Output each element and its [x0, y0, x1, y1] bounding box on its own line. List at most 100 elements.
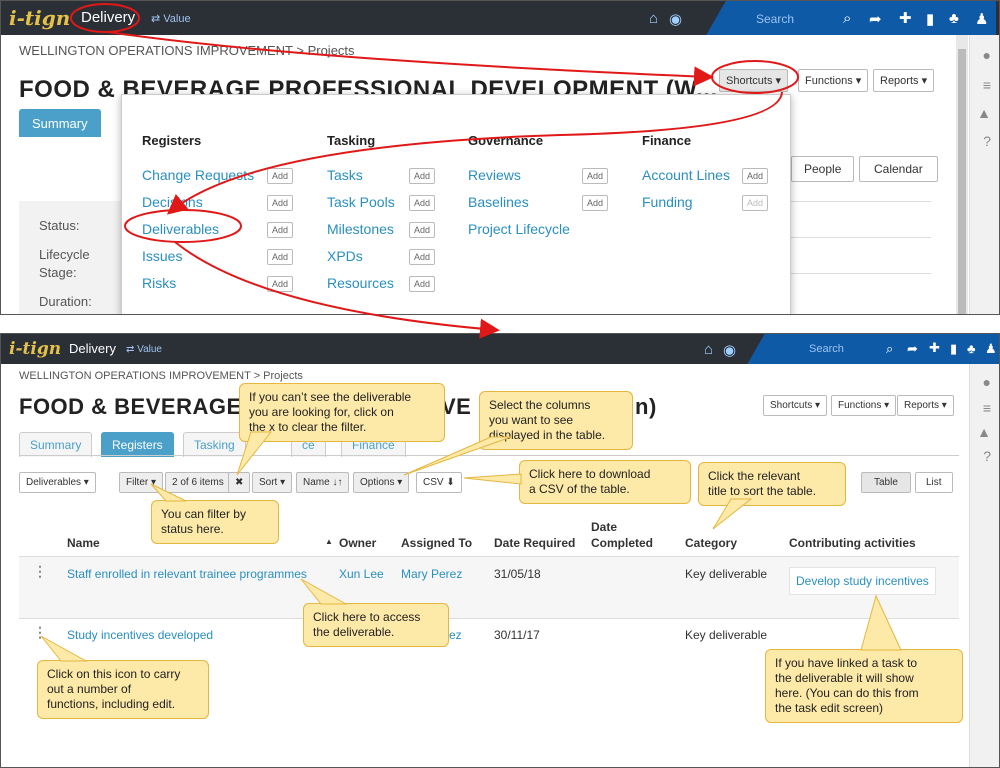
list-view-button[interactable]: List — [915, 472, 953, 493]
add-baseline-button[interactable]: Add — [582, 195, 609, 211]
functions-button[interactable]: Functions ▾ — [798, 69, 869, 92]
tab-registers[interactable]: Registers — [101, 432, 174, 457]
row-actions-icon[interactable]: ⋮ — [33, 563, 47, 580]
share-icon[interactable]: ➦ — [869, 10, 882, 28]
add-decision-button[interactable]: Add — [267, 195, 294, 211]
row-actions-icon[interactable]: ⋮ — [33, 624, 47, 641]
filter-dropdown[interactable]: Filter ▾ — [119, 472, 164, 493]
contributing-activity-link[interactable]: Develop study incentives — [789, 567, 936, 595]
shortcut-change-requests[interactable]: Change Requests — [142, 167, 254, 183]
tab-summary[interactable]: Summary — [19, 109, 101, 137]
add-account-line-button[interactable]: Add — [742, 168, 769, 184]
search-input[interactable]: Search — [746, 8, 836, 30]
value-switch-link[interactable]: ⇄ Value — [126, 344, 162, 355]
functions-button[interactable]: Functions ▾ — [831, 395, 897, 416]
column-header-category[interactable]: Category — [685, 536, 737, 550]
table-view-button[interactable]: Table — [861, 472, 911, 493]
column-header-assigned-to[interactable]: Assigned To — [401, 536, 472, 550]
app-logo[interactable]: i-tign — [9, 6, 70, 30]
add-task-button[interactable]: Add — [409, 168, 436, 184]
csv-download-button[interactable]: CSV ⬇ — [416, 472, 462, 493]
comment-icon[interactable]: ● — [983, 47, 991, 63]
bell-icon[interactable]: ♣ — [949, 10, 959, 27]
column-header-date-completed-line1[interactable]: Date — [591, 520, 617, 534]
bell-icon[interactable]: ♣ — [967, 341, 976, 356]
reports-button[interactable]: Reports ▾ — [873, 69, 935, 92]
sort-dropdown[interactable]: Sort ▾ — [252, 472, 293, 493]
sort-field[interactable]: Name ↓↑ — [296, 472, 350, 493]
add-xpd-button[interactable]: Add — [409, 249, 436, 265]
deliverables-register-dropdown[interactable]: Deliverables ▾ — [19, 472, 96, 493]
options-dropdown[interactable]: Options ▾ — [353, 472, 410, 493]
assigned-to-link[interactable]: ez — [449, 628, 462, 642]
add-resource-button[interactable]: Add — [409, 276, 436, 292]
breadcrumb[interactable]: WELLINGTON OPERATIONS IMPROVEMENT > Proj… — [19, 370, 303, 382]
column-header-date-required[interactable]: Date Required — [494, 536, 575, 550]
shortcut-baselines[interactable]: Baselines — [468, 194, 529, 210]
user-icon[interactable]: ♟ — [985, 341, 997, 357]
shortcut-resources[interactable]: Resources — [327, 275, 394, 291]
globe-icon[interactable]: ◉ — [723, 341, 736, 359]
tab-summary[interactable]: Summary — [19, 432, 93, 457]
shortcut-task-pools[interactable]: Task Pools — [327, 194, 395, 210]
shortcut-funding[interactable]: Funding — [642, 194, 693, 210]
add-funding-button[interactable]: Add — [742, 195, 769, 211]
add-review-button[interactable]: Add — [582, 168, 609, 184]
bookmark-icon[interactable]: ▮ — [926, 10, 934, 28]
lock-icon[interactable]: ▲ — [977, 105, 991, 121]
app-logo[interactable]: i-tign — [9, 339, 61, 359]
search-icon[interactable]: ⌕ — [843, 10, 851, 27]
shortcut-reviews[interactable]: Reviews — [468, 167, 521, 183]
home-icon[interactable]: ⌂ — [649, 10, 658, 27]
column-header-owner[interactable]: Owner — [339, 536, 376, 550]
shortcuts-button[interactable]: Shortcuts ▾ — [763, 395, 828, 416]
shortcut-deliverables[interactable]: Deliverables — [142, 221, 219, 237]
shortcut-risks[interactable]: Risks — [142, 275, 176, 291]
calendar-view-button[interactable]: Calendar — [859, 156, 938, 182]
app-name-delivery[interactable]: Delivery — [69, 341, 116, 356]
breadcrumb[interactable]: WELLINGTON OPERATIONS IMPROVEMENT > Proj… — [19, 43, 355, 58]
list-icon[interactable]: ≡ — [983, 400, 991, 416]
add-risk-button[interactable]: Add — [267, 276, 294, 292]
add-issue-button[interactable]: Add — [267, 249, 294, 265]
reports-button[interactable]: Reports ▾ — [897, 395, 954, 416]
shortcut-issues[interactable]: Issues — [142, 248, 182, 264]
deliverable-name-link[interactable]: Staff enrolled in relevant trainee progr… — [67, 567, 307, 581]
shortcut-milestones[interactable]: Milestones — [327, 221, 394, 237]
scrollbar-thumb[interactable] — [958, 49, 966, 314]
lock-icon[interactable]: ▲ — [977, 424, 991, 440]
owner-link[interactable]: Xun Lee — [339, 567, 384, 581]
add-task-pool-button[interactable]: Add — [409, 195, 436, 211]
list-icon[interactable]: ≡ — [983, 77, 991, 93]
shortcut-account-lines[interactable]: Account Lines — [642, 167, 730, 183]
tab-tasking[interactable]: Tasking — [183, 432, 246, 457]
value-switch-link[interactable]: ⇄ Value — [151, 12, 191, 25]
search-icon[interactable]: ⌕ — [886, 341, 893, 357]
app-name-delivery[interactable]: Delivery — [81, 9, 135, 26]
column-header-date-completed-line2[interactable]: Completed — [591, 536, 653, 550]
plus-icon[interactable]: ✚ — [899, 9, 912, 27]
search-input[interactable]: Search — [799, 339, 879, 359]
plus-icon[interactable]: ✚ — [929, 340, 940, 356]
column-header-name[interactable]: Name — [67, 536, 100, 550]
add-milestone-button[interactable]: Add — [409, 222, 436, 238]
shortcut-xpds[interactable]: XPDs — [327, 248, 363, 264]
shortcut-tasks[interactable]: Tasks — [327, 167, 363, 183]
home-icon[interactable]: ⌂ — [704, 341, 713, 358]
scrollbar[interactable] — [956, 35, 968, 314]
share-icon[interactable]: ➦ — [907, 341, 918, 357]
user-icon[interactable]: ♟ — [975, 10, 988, 28]
column-header-contributing-activities[interactable]: Contributing activities — [789, 536, 916, 550]
deliverable-name-link[interactable]: Study incentives developed — [67, 628, 213, 642]
add-change-request-button[interactable]: Add — [267, 168, 294, 184]
help-icon[interactable]: ? — [983, 448, 991, 464]
clear-filter-icon[interactable]: ✖ — [228, 472, 251, 493]
add-deliverable-button[interactable]: Add — [267, 222, 294, 238]
globe-icon[interactable]: ◉ — [669, 10, 682, 28]
comment-icon[interactable]: ● — [983, 374, 991, 390]
shortcuts-button[interactable]: Shortcuts ▾ — [719, 69, 789, 92]
assigned-to-link[interactable]: Mary Perez — [401, 567, 462, 581]
people-view-button[interactable]: People — [791, 156, 855, 182]
bookmark-icon[interactable]: ▮ — [950, 341, 957, 357]
shortcut-decisions[interactable]: Decisions — [142, 194, 203, 210]
